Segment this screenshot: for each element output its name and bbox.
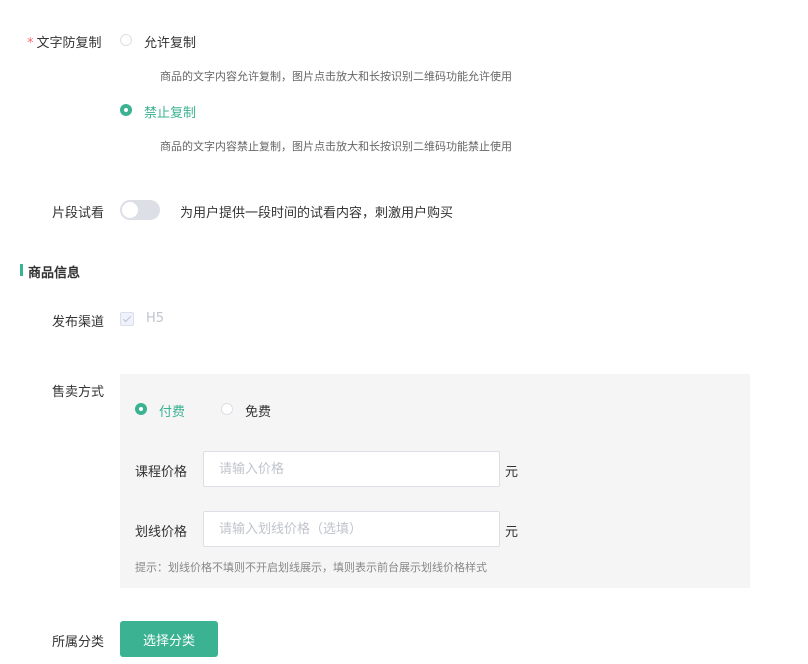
required-mark: *	[27, 36, 34, 51]
strike-price-input[interactable]	[203, 511, 500, 547]
paid-radio[interactable]	[135, 403, 147, 415]
allow-copy-description: 商品的文字内容允许复制，图片点击放大和长按识别二维码功能允许使用	[160, 70, 512, 83]
trial-label: 片段试看	[52, 206, 105, 221]
forbid-copy-radio[interactable]	[120, 104, 132, 116]
allow-copy-label[interactable]: 允许复制	[144, 32, 196, 51]
strike-price-unit: 元	[505, 525, 519, 540]
category-label: 所属分类	[52, 635, 105, 650]
sale-mode-label: 售卖方式	[52, 385, 105, 400]
product-info-title: 商品信息	[28, 266, 81, 281]
course-price-unit: 元	[505, 465, 519, 480]
section-accent-bar	[20, 264, 23, 276]
h5-option-label: H5	[146, 311, 165, 326]
copy-protection-label: * 文字防复制	[27, 36, 102, 51]
strike-price-tip: 提示：划线价格不填则不开启划线展示，填则表示前台展示划线价格样式	[135, 561, 487, 574]
course-price-label: 课程价格	[135, 465, 188, 480]
trial-toggle[interactable]	[120, 200, 160, 220]
allow-copy-radio[interactable]	[120, 34, 132, 46]
select-category-button[interactable]: 选择分类	[120, 621, 218, 657]
forbid-copy-description: 商品的文字内容禁止复制，图片点击放大和长按识别二维码功能禁止使用	[160, 140, 512, 153]
trial-description: 为用户提供一段时间的试看内容，刺激用户购买	[180, 206, 454, 221]
h5-checkbox[interactable]	[120, 312, 134, 326]
paid-label[interactable]: 付费	[159, 401, 185, 420]
forbid-copy-label[interactable]: 禁止复制	[144, 102, 196, 121]
channel-label: 发布渠道	[52, 315, 105, 330]
free-label[interactable]: 免费	[245, 401, 271, 420]
free-radio[interactable]	[221, 403, 233, 415]
strike-price-label: 划线价格	[135, 525, 188, 540]
course-price-input[interactable]	[203, 451, 500, 487]
